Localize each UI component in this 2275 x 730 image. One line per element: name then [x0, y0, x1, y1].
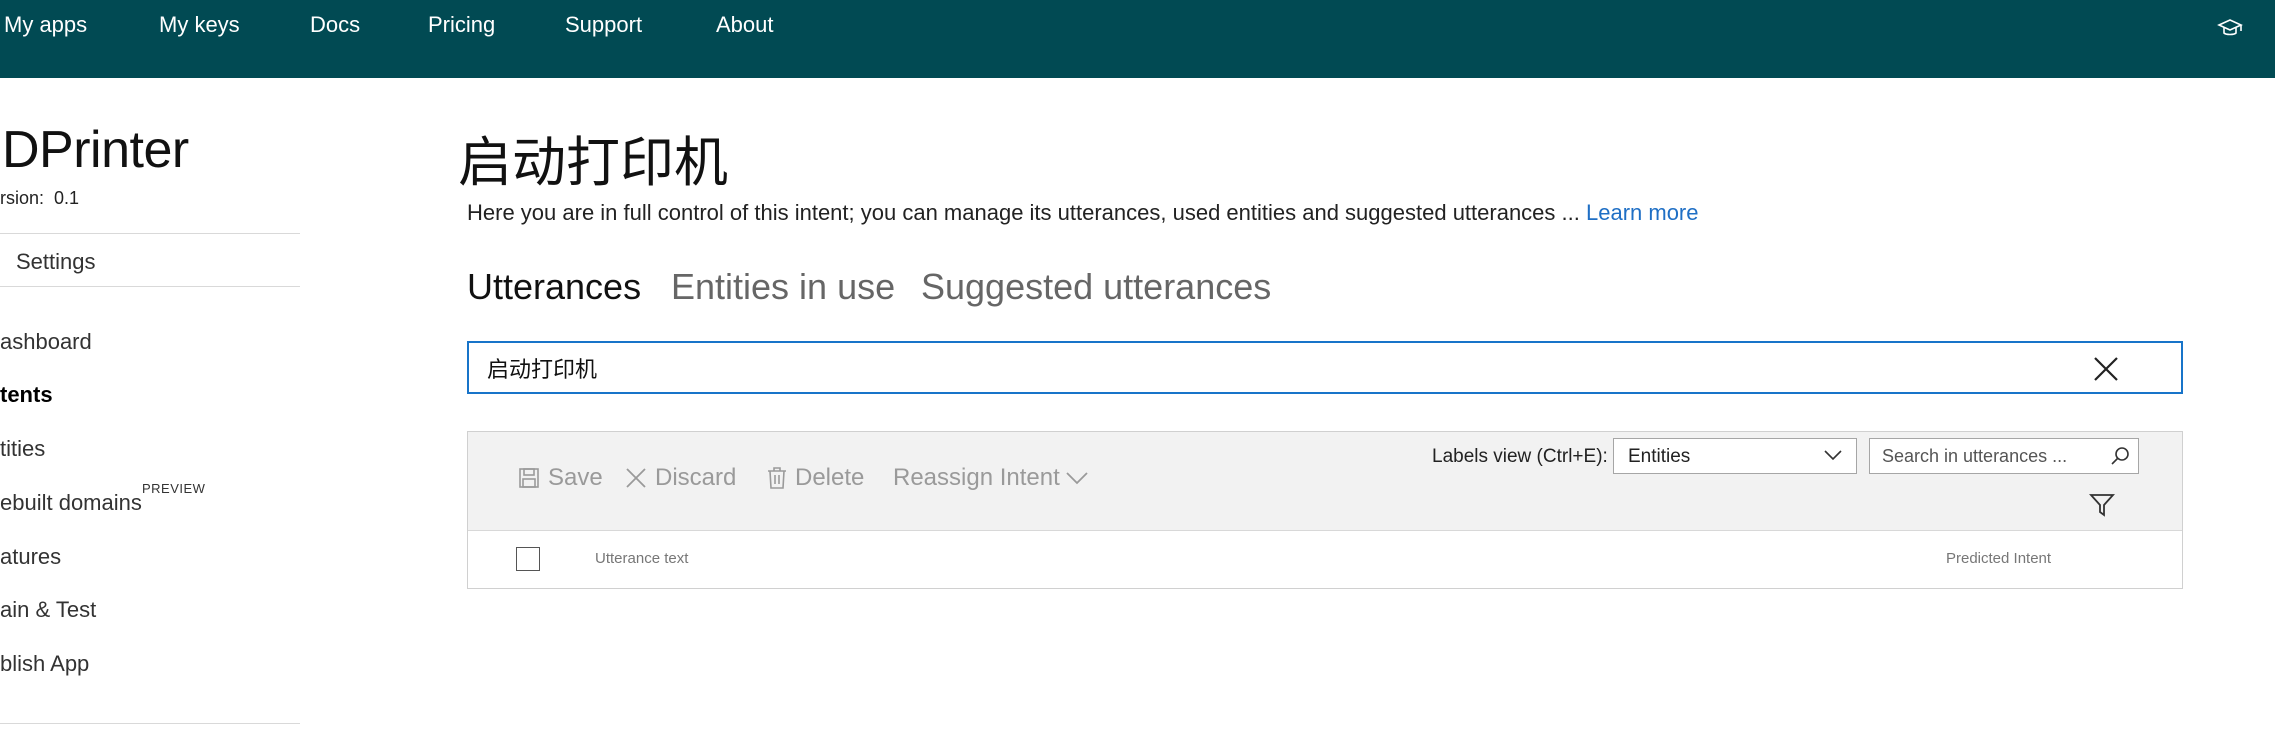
search-icon[interactable] [2110, 446, 2130, 466]
chevron-down-icon [1066, 472, 1088, 485]
sidebar-item-dashboard[interactable]: ashboard [0, 329, 92, 355]
close-icon[interactable] [2093, 356, 2119, 382]
description-text: Here you are in full control of this int… [467, 200, 1586, 225]
app-version: rsion: 0.1 [0, 188, 79, 209]
labels-view-select[interactable]: Entities [1613, 438, 1857, 474]
nav-about[interactable]: About [716, 12, 774, 38]
preview-badge: PREVIEW [142, 481, 206, 496]
nav-support[interactable]: Support [565, 12, 642, 38]
utterance-input[interactable] [487, 343, 1987, 392]
sidebar-divider [0, 233, 300, 234]
tab-entities-in-use[interactable]: Entities in use [671, 266, 895, 308]
utterance-search-input[interactable] [1882, 439, 2102, 473]
graduation-cap-icon[interactable] [2217, 16, 2243, 40]
grid-toolbar: Save Discard Delete Reassign Intent Labe… [468, 432, 2182, 531]
nav-my-keys[interactable]: My keys [159, 12, 240, 38]
save-button[interactable]: Save [518, 462, 603, 494]
select-all-checkbox[interactable] [516, 547, 540, 571]
sidebar-item-publish-app[interactable]: blish App [0, 651, 89, 677]
discard-label: Discard [655, 464, 737, 491]
grid-header-row: Utterance text Predicted Intent [468, 531, 2182, 588]
labels-view-label: Labels view (Ctrl+E): [1432, 446, 1608, 467]
top-navigation-bar: My apps My keys Docs Pricing Support Abo… [0, 0, 2275, 78]
sidebar-divider [0, 286, 300, 287]
column-header-utterance-text[interactable]: Utterance text [595, 550, 688, 567]
sidebar-item-prebuilt-domains[interactable]: ebuilt domains [0, 490, 142, 516]
page-title: 启动打印机 [458, 131, 728, 194]
nav-pricing[interactable]: Pricing [428, 12, 495, 38]
filter-icon[interactable] [2088, 492, 2116, 518]
delete-button[interactable]: Delete [767, 462, 864, 494]
discard-button[interactable]: Discard [625, 462, 736, 494]
delete-label: Delete [795, 464, 865, 491]
trash-icon [768, 467, 786, 489]
save-label: Save [548, 464, 603, 491]
utterances-grid: Save Discard Delete Reassign Intent Labe… [467, 431, 2183, 589]
sidebar-item-entities[interactable]: tities [0, 436, 45, 462]
nav-docs[interactable]: Docs [310, 12, 360, 38]
close-icon [626, 468, 646, 488]
nav-my-apps[interactable]: My apps [4, 12, 87, 38]
reassign-intent-label: Reassign Intent [893, 464, 1060, 491]
sidebar-divider [0, 723, 300, 724]
sidebar-item-intents[interactable]: tents [0, 382, 53, 408]
sidebar-item-features[interactable]: atures [0, 544, 61, 570]
version-value: 0.1 [54, 188, 80, 208]
intent-description: Here you are in full control of this int… [467, 200, 1699, 226]
sidebar-settings[interactable]: Settings [16, 249, 96, 275]
chevron-down-icon [1824, 450, 1842, 461]
utterance-search-box [1869, 438, 2139, 474]
column-header-predicted-intent[interactable]: Predicted Intent [1946, 550, 2051, 567]
tab-suggested-utterances[interactable]: Suggested utterances [921, 266, 1271, 308]
tab-utterances[interactable]: Utterances [467, 266, 641, 308]
reassign-intent-dropdown[interactable]: Reassign Intent [893, 462, 1088, 494]
save-icon [519, 468, 539, 488]
version-label: rsion: [0, 188, 45, 208]
utterance-input-box [467, 341, 2183, 394]
sidebar-item-train-test[interactable]: ain & Test [0, 597, 96, 623]
app-name: DPrinter [2, 121, 189, 179]
learn-more-link[interactable]: Learn more [1586, 200, 1699, 225]
labels-view-value: Entities [1628, 446, 1691, 467]
